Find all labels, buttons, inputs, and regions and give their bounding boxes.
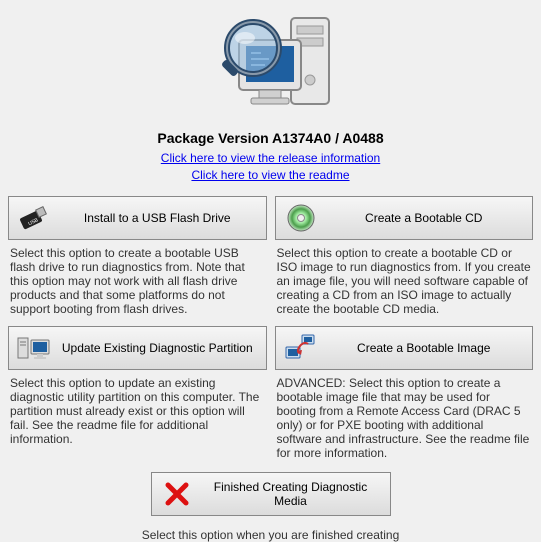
install-usb-button[interactable]: USB Install to a USB Flash Drive: [8, 196, 267, 240]
page-title: Package Version A1374A0 / A0488: [0, 130, 541, 146]
update-partition-button[interactable]: Update Existing Diagnostic Partition: [8, 326, 267, 370]
cd-icon: [276, 203, 326, 233]
close-x-icon: [152, 480, 202, 508]
usb-drive-icon: USB: [9, 204, 59, 232]
readme-link[interactable]: Click here to view the readme: [0, 167, 541, 184]
create-image-desc: ADVANCED: Select this option to create a…: [275, 370, 534, 460]
computer-icon: [9, 334, 59, 362]
create-cd-desc: Select this option to create a bootable …: [275, 240, 534, 316]
create-image-label: Create a Bootable Image: [326, 341, 533, 355]
install-usb-desc: Select this option to create a bootable …: [8, 240, 267, 316]
create-cd-label: Create a Bootable CD: [326, 211, 533, 225]
install-usb-label: Install to a USB Flash Drive: [59, 211, 266, 225]
update-partition-label: Update Existing Diagnostic Partition: [59, 341, 266, 355]
finished-desc: Select this option when you are finished…: [121, 522, 421, 542]
create-cd-button[interactable]: Create a Bootable CD: [275, 196, 534, 240]
update-partition-desc: Select this option to update an existing…: [8, 370, 267, 446]
create-image-button[interactable]: Create a Bootable Image: [275, 326, 534, 370]
app-logo: [191, 8, 351, 128]
network-computers-icon: [276, 333, 326, 363]
release-info-link[interactable]: Click here to view the release informati…: [0, 150, 541, 167]
finished-label: Finished Creating Diagnostic Media: [202, 480, 390, 508]
finished-button[interactable]: Finished Creating Diagnostic Media: [151, 472, 391, 516]
